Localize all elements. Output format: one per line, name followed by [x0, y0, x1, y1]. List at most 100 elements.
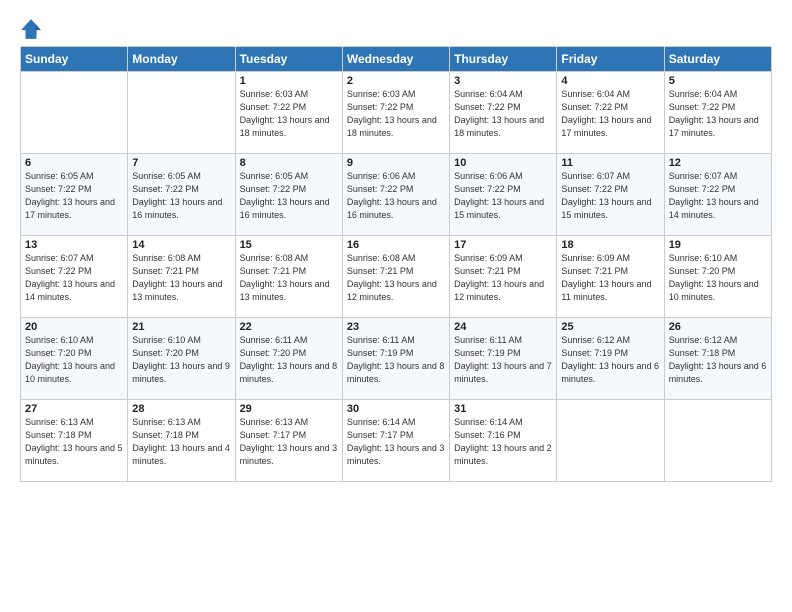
cell-info: Sunrise: 6:14 AM Sunset: 7:17 PM Dayligh… — [347, 416, 445, 468]
cell-info: Sunrise: 6:03 AM Sunset: 7:22 PM Dayligh… — [347, 88, 445, 140]
page: SundayMondayTuesdayWednesdayThursdayFrid… — [0, 0, 792, 612]
calendar-cell: 29Sunrise: 6:13 AM Sunset: 7:17 PM Dayli… — [235, 400, 342, 482]
cell-info: Sunrise: 6:11 AM Sunset: 7:19 PM Dayligh… — [347, 334, 445, 386]
day-number: 2 — [347, 75, 445, 87]
calendar-cell: 16Sunrise: 6:08 AM Sunset: 7:21 PM Dayli… — [342, 236, 449, 318]
day-number: 24 — [454, 321, 552, 333]
cell-info: Sunrise: 6:09 AM Sunset: 7:21 PM Dayligh… — [561, 252, 659, 304]
calendar-cell: 7Sunrise: 6:05 AM Sunset: 7:22 PM Daylig… — [128, 154, 235, 236]
calendar-cell — [21, 72, 128, 154]
cell-info: Sunrise: 6:04 AM Sunset: 7:22 PM Dayligh… — [454, 88, 552, 140]
day-number: 4 — [561, 75, 659, 87]
calendar-cell: 31Sunrise: 6:14 AM Sunset: 7:16 PM Dayli… — [450, 400, 557, 482]
calendar-cell: 24Sunrise: 6:11 AM Sunset: 7:19 PM Dayli… — [450, 318, 557, 400]
cell-info: Sunrise: 6:09 AM Sunset: 7:21 PM Dayligh… — [454, 252, 552, 304]
calendar-cell: 23Sunrise: 6:11 AM Sunset: 7:19 PM Dayli… — [342, 318, 449, 400]
week-row-3: 13Sunrise: 6:07 AM Sunset: 7:22 PM Dayli… — [21, 236, 772, 318]
header-tuesday: Tuesday — [235, 47, 342, 72]
logo-icon — [20, 18, 42, 40]
cell-info: Sunrise: 6:13 AM Sunset: 7:17 PM Dayligh… — [240, 416, 338, 468]
day-number: 23 — [347, 321, 445, 333]
day-number: 9 — [347, 157, 445, 169]
day-number: 25 — [561, 321, 659, 333]
day-number: 20 — [25, 321, 123, 333]
header-friday: Friday — [557, 47, 664, 72]
calendar-cell: 20Sunrise: 6:10 AM Sunset: 7:20 PM Dayli… — [21, 318, 128, 400]
cell-info: Sunrise: 6:08 AM Sunset: 7:21 PM Dayligh… — [240, 252, 338, 304]
calendar-cell: 30Sunrise: 6:14 AM Sunset: 7:17 PM Dayli… — [342, 400, 449, 482]
cell-info: Sunrise: 6:06 AM Sunset: 7:22 PM Dayligh… — [454, 170, 552, 222]
day-number: 31 — [454, 403, 552, 415]
day-number: 26 — [669, 321, 767, 333]
header-wednesday: Wednesday — [342, 47, 449, 72]
cell-info: Sunrise: 6:05 AM Sunset: 7:22 PM Dayligh… — [132, 170, 230, 222]
cell-info: Sunrise: 6:14 AM Sunset: 7:16 PM Dayligh… — [454, 416, 552, 468]
cell-info: Sunrise: 6:03 AM Sunset: 7:22 PM Dayligh… — [240, 88, 338, 140]
day-number: 22 — [240, 321, 338, 333]
calendar-cell: 28Sunrise: 6:13 AM Sunset: 7:18 PM Dayli… — [128, 400, 235, 482]
day-number: 19 — [669, 239, 767, 251]
day-number: 14 — [132, 239, 230, 251]
calendar-cell: 12Sunrise: 6:07 AM Sunset: 7:22 PM Dayli… — [664, 154, 771, 236]
header-sunday: Sunday — [21, 47, 128, 72]
calendar-cell: 8Sunrise: 6:05 AM Sunset: 7:22 PM Daylig… — [235, 154, 342, 236]
cell-info: Sunrise: 6:10 AM Sunset: 7:20 PM Dayligh… — [25, 334, 123, 386]
calendar-cell: 13Sunrise: 6:07 AM Sunset: 7:22 PM Dayli… — [21, 236, 128, 318]
calendar-header-row: SundayMondayTuesdayWednesdayThursdayFrid… — [21, 47, 772, 72]
cell-info: Sunrise: 6:12 AM Sunset: 7:18 PM Dayligh… — [669, 334, 767, 386]
header — [20, 18, 772, 40]
week-row-5: 27Sunrise: 6:13 AM Sunset: 7:18 PM Dayli… — [21, 400, 772, 482]
day-number: 18 — [561, 239, 659, 251]
logo — [20, 18, 46, 40]
calendar-cell: 19Sunrise: 6:10 AM Sunset: 7:20 PM Dayli… — [664, 236, 771, 318]
day-number: 21 — [132, 321, 230, 333]
calendar-cell: 25Sunrise: 6:12 AM Sunset: 7:19 PM Dayli… — [557, 318, 664, 400]
calendar-table: SundayMondayTuesdayWednesdayThursdayFrid… — [20, 46, 772, 482]
cell-info: Sunrise: 6:11 AM Sunset: 7:20 PM Dayligh… — [240, 334, 338, 386]
day-number: 28 — [132, 403, 230, 415]
day-number: 30 — [347, 403, 445, 415]
header-saturday: Saturday — [664, 47, 771, 72]
cell-info: Sunrise: 6:07 AM Sunset: 7:22 PM Dayligh… — [561, 170, 659, 222]
calendar-cell — [557, 400, 664, 482]
cell-info: Sunrise: 6:12 AM Sunset: 7:19 PM Dayligh… — [561, 334, 659, 386]
calendar-cell — [128, 72, 235, 154]
calendar-cell: 9Sunrise: 6:06 AM Sunset: 7:22 PM Daylig… — [342, 154, 449, 236]
calendar-cell: 5Sunrise: 6:04 AM Sunset: 7:22 PM Daylig… — [664, 72, 771, 154]
calendar-cell: 10Sunrise: 6:06 AM Sunset: 7:22 PM Dayli… — [450, 154, 557, 236]
cell-info: Sunrise: 6:13 AM Sunset: 7:18 PM Dayligh… — [25, 416, 123, 468]
week-row-1: 1Sunrise: 6:03 AM Sunset: 7:22 PM Daylig… — [21, 72, 772, 154]
cell-info: Sunrise: 6:08 AM Sunset: 7:21 PM Dayligh… — [132, 252, 230, 304]
day-number: 7 — [132, 157, 230, 169]
cell-info: Sunrise: 6:13 AM Sunset: 7:18 PM Dayligh… — [132, 416, 230, 468]
cell-info: Sunrise: 6:10 AM Sunset: 7:20 PM Dayligh… — [132, 334, 230, 386]
day-number: 27 — [25, 403, 123, 415]
calendar-cell: 14Sunrise: 6:08 AM Sunset: 7:21 PM Dayli… — [128, 236, 235, 318]
calendar-cell: 3Sunrise: 6:04 AM Sunset: 7:22 PM Daylig… — [450, 72, 557, 154]
cell-info: Sunrise: 6:04 AM Sunset: 7:22 PM Dayligh… — [561, 88, 659, 140]
cell-info: Sunrise: 6:11 AM Sunset: 7:19 PM Dayligh… — [454, 334, 552, 386]
calendar-cell: 11Sunrise: 6:07 AM Sunset: 7:22 PM Dayli… — [557, 154, 664, 236]
calendar-cell: 27Sunrise: 6:13 AM Sunset: 7:18 PM Dayli… — [21, 400, 128, 482]
cell-info: Sunrise: 6:08 AM Sunset: 7:21 PM Dayligh… — [347, 252, 445, 304]
day-number: 8 — [240, 157, 338, 169]
calendar-cell: 26Sunrise: 6:12 AM Sunset: 7:18 PM Dayli… — [664, 318, 771, 400]
day-number: 15 — [240, 239, 338, 251]
calendar-cell: 15Sunrise: 6:08 AM Sunset: 7:21 PM Dayli… — [235, 236, 342, 318]
calendar-cell: 6Sunrise: 6:05 AM Sunset: 7:22 PM Daylig… — [21, 154, 128, 236]
calendar-cell: 18Sunrise: 6:09 AM Sunset: 7:21 PM Dayli… — [557, 236, 664, 318]
calendar-cell: 22Sunrise: 6:11 AM Sunset: 7:20 PM Dayli… — [235, 318, 342, 400]
day-number: 3 — [454, 75, 552, 87]
day-number: 6 — [25, 157, 123, 169]
cell-info: Sunrise: 6:10 AM Sunset: 7:20 PM Dayligh… — [669, 252, 767, 304]
header-monday: Monday — [128, 47, 235, 72]
day-number: 13 — [25, 239, 123, 251]
week-row-2: 6Sunrise: 6:05 AM Sunset: 7:22 PM Daylig… — [21, 154, 772, 236]
cell-info: Sunrise: 6:07 AM Sunset: 7:22 PM Dayligh… — [669, 170, 767, 222]
calendar-cell — [664, 400, 771, 482]
calendar-cell: 21Sunrise: 6:10 AM Sunset: 7:20 PM Dayli… — [128, 318, 235, 400]
day-number: 1 — [240, 75, 338, 87]
calendar-cell: 4Sunrise: 6:04 AM Sunset: 7:22 PM Daylig… — [557, 72, 664, 154]
week-row-4: 20Sunrise: 6:10 AM Sunset: 7:20 PM Dayli… — [21, 318, 772, 400]
cell-info: Sunrise: 6:05 AM Sunset: 7:22 PM Dayligh… — [25, 170, 123, 222]
